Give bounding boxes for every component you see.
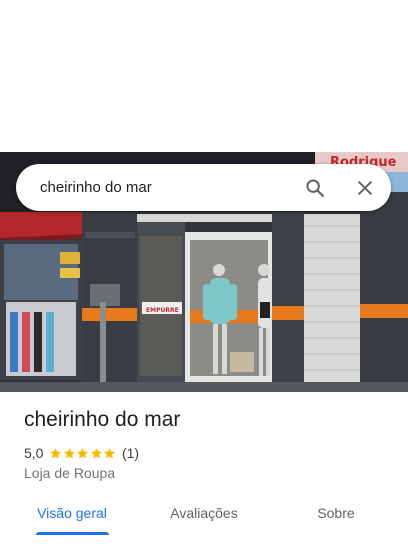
rating-value: 5,0 [24, 445, 44, 461]
tab-reviews[interactable]: Avaliações [152, 496, 256, 540]
rating-row[interactable]: 5,0 (1) [24, 444, 139, 462]
close-icon[interactable] [352, 175, 378, 201]
search-icon[interactable] [302, 175, 328, 201]
door-sign-text: EMPURRE [146, 307, 179, 314]
place-category: Loja de Roupa [24, 465, 116, 481]
blank-top-area [0, 0, 408, 152]
search-input[interactable]: cheirinho do mar [40, 164, 152, 211]
star-icon [77, 447, 89, 458]
star-icon [91, 447, 102, 458]
place-tabs: Visão geral Avaliações Sobre [0, 496, 408, 544]
star-icon [50, 447, 62, 458]
star-icon [64, 447, 75, 458]
star-rating [49, 447, 117, 460]
tab-about[interactable]: Sobre [296, 496, 376, 540]
place-title: cheirinho do mar [24, 408, 181, 431]
search-bar[interactable]: cheirinho do mar [16, 164, 391, 211]
review-count[interactable]: (1) [122, 445, 139, 461]
star-icon [104, 447, 116, 458]
active-tab-indicator [36, 532, 109, 535]
